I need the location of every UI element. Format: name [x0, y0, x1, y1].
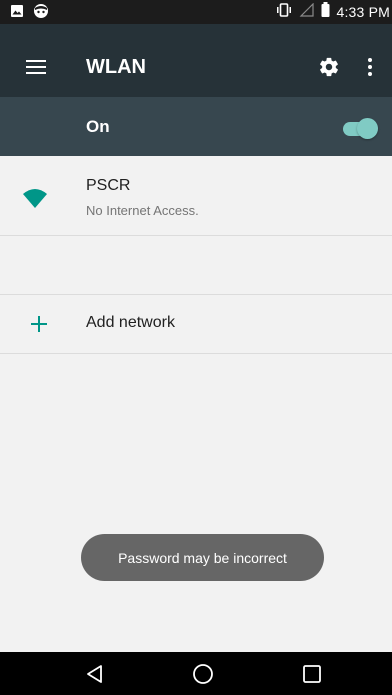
network-item[interactable]: PSCR No Internet Access.	[0, 156, 392, 236]
toolbar: WLAN	[0, 24, 392, 97]
wifi-icon	[22, 187, 48, 209]
network-status: No Internet Access.	[86, 203, 199, 218]
status-bar: 4:33 PM	[0, 0, 392, 24]
add-network-label: Add network	[86, 314, 175, 331]
signal-icon	[299, 2, 315, 22]
wlan-toggle[interactable]	[343, 118, 378, 140]
status-time: 4:33 PM	[336, 4, 390, 20]
face-icon	[32, 3, 50, 24]
recents-icon[interactable]	[301, 663, 323, 685]
gear-icon[interactable]	[318, 56, 340, 78]
network-name: PSCR	[86, 177, 131, 194]
wlan-switch-bar[interactable]: On	[0, 97, 392, 156]
menu-icon[interactable]	[26, 60, 46, 76]
plus-icon	[30, 315, 48, 333]
status-left-icons	[10, 3, 50, 24]
more-vert-icon[interactable]	[366, 57, 374, 77]
image-icon	[10, 4, 24, 23]
toast-message: Password may be incorrect	[81, 534, 324, 581]
battery-icon	[321, 2, 330, 22]
toggle-thumb	[357, 118, 378, 139]
back-icon[interactable]	[84, 663, 106, 685]
wlan-switch-label: On	[86, 117, 110, 136]
add-network-item[interactable]: Add network	[0, 294, 392, 354]
home-icon[interactable]	[192, 663, 214, 685]
vibrate-icon	[275, 2, 293, 22]
navigation-bar	[0, 652, 392, 695]
status-right-icons: 4:33 PM	[275, 0, 390, 24]
page-title: WLAN	[86, 56, 146, 78]
